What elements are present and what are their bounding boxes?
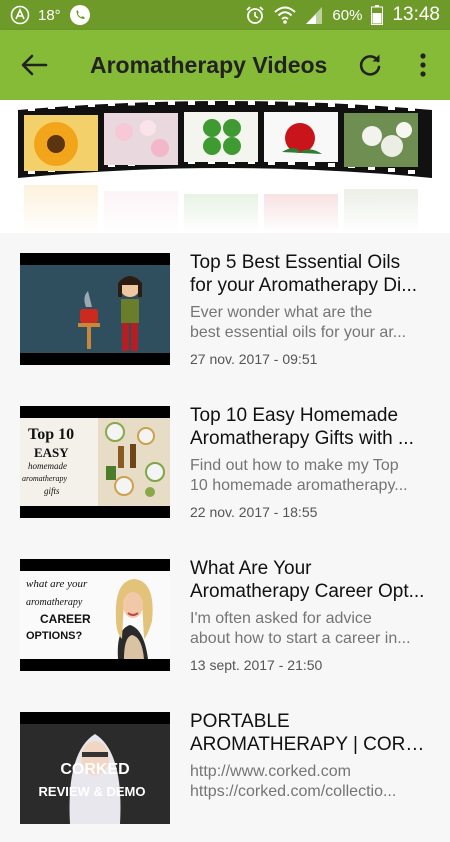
video-thumbnail: what are your aromatherapy CAREER OPTION… bbox=[20, 559, 170, 671]
video-thumbnail: CORKED REVIEW & DEMO bbox=[20, 712, 170, 824]
header-banner bbox=[0, 100, 450, 233]
refresh-icon bbox=[359, 54, 381, 76]
back-button[interactable] bbox=[20, 53, 48, 77]
thumb-text: CAREER bbox=[40, 612, 91, 626]
more-vert-icon bbox=[420, 53, 426, 77]
thumb-text: what are your bbox=[26, 578, 88, 590]
video-title: Top 5 Best Essential Oils for your Aroma… bbox=[190, 252, 418, 296]
more-options-button[interactable] bbox=[413, 50, 433, 80]
video-list-item[interactable]: what are your aromatherapy CAREER OPTION… bbox=[0, 539, 450, 689]
video-title: Top 10 Easy Homemade Aromatherapy Gifts … bbox=[190, 405, 414, 449]
video-date: 22 nov. 2017 - 18:55 bbox=[190, 504, 318, 520]
video-description: I'm often asked for advice about how to … bbox=[190, 610, 411, 647]
thumb-text: OPTIONS? bbox=[26, 630, 83, 642]
temperature-text: 18° bbox=[38, 6, 61, 24]
video-list: Top 5 Best Essential Oils for your Aroma… bbox=[0, 233, 450, 824]
clock-time: 13:48 bbox=[392, 4, 440, 25]
video-thumbnail bbox=[20, 253, 170, 365]
thumb-text: gifts bbox=[44, 486, 60, 496]
video-list-item[interactable]: Top 10 EASY homemade aromatherapy gifts … bbox=[0, 386, 450, 536]
wifi-icon bbox=[274, 6, 297, 24]
video-date: 13 sept. 2017 - 21:50 bbox=[190, 657, 323, 673]
video-thumbnail: Top 10 EASY homemade aromatherapy gifts bbox=[20, 406, 170, 518]
video-date: 27 nov. 2017 - 09:51 bbox=[190, 351, 318, 367]
video-description: Ever wonder what are the best essential … bbox=[190, 304, 407, 341]
video-title: PORTABLE AROMATHERAPY | CORK... bbox=[190, 711, 432, 755]
arrow-left-icon bbox=[21, 54, 48, 76]
video-list-item[interactable]: CORKED REVIEW & DEMO PORTABLE AROMATHERA… bbox=[0, 692, 450, 842]
thumb-text: aromatherapy bbox=[22, 474, 67, 483]
video-title: What Are Your Aromatherapy Career Opt... bbox=[190, 558, 425, 602]
avast-icon bbox=[10, 5, 30, 25]
battery-percent: 60% bbox=[332, 6, 363, 24]
phone-icon bbox=[69, 5, 90, 25]
thumb-text: Top 10 bbox=[28, 426, 74, 443]
thumb-text: EASY bbox=[34, 445, 69, 460]
app-bar: Aromatherapy Videos bbox=[0, 30, 450, 100]
refresh-button[interactable] bbox=[355, 50, 385, 80]
thumb-text: CORKED bbox=[60, 761, 129, 778]
thumb-text: REVIEW & DEMO bbox=[39, 784, 146, 799]
video-description: http://www.corked.com https://corked.com… bbox=[190, 763, 397, 800]
battery-icon bbox=[371, 5, 384, 25]
signal-icon bbox=[306, 7, 323, 24]
film-strip-flowers-image bbox=[0, 100, 450, 233]
status-bar: 18° 60% 13:48 bbox=[0, 0, 450, 30]
video-description: Find out how to make my Top 10 homemade … bbox=[190, 457, 408, 494]
thumb-text: homemade bbox=[28, 461, 67, 471]
page-title: Aromatherapy Videos bbox=[90, 52, 328, 78]
alarm-icon bbox=[246, 6, 265, 24]
thumb-text: aromatherapy bbox=[26, 597, 83, 608]
video-list-item[interactable]: Top 5 Best Essential Oils for your Aroma… bbox=[0, 233, 450, 383]
